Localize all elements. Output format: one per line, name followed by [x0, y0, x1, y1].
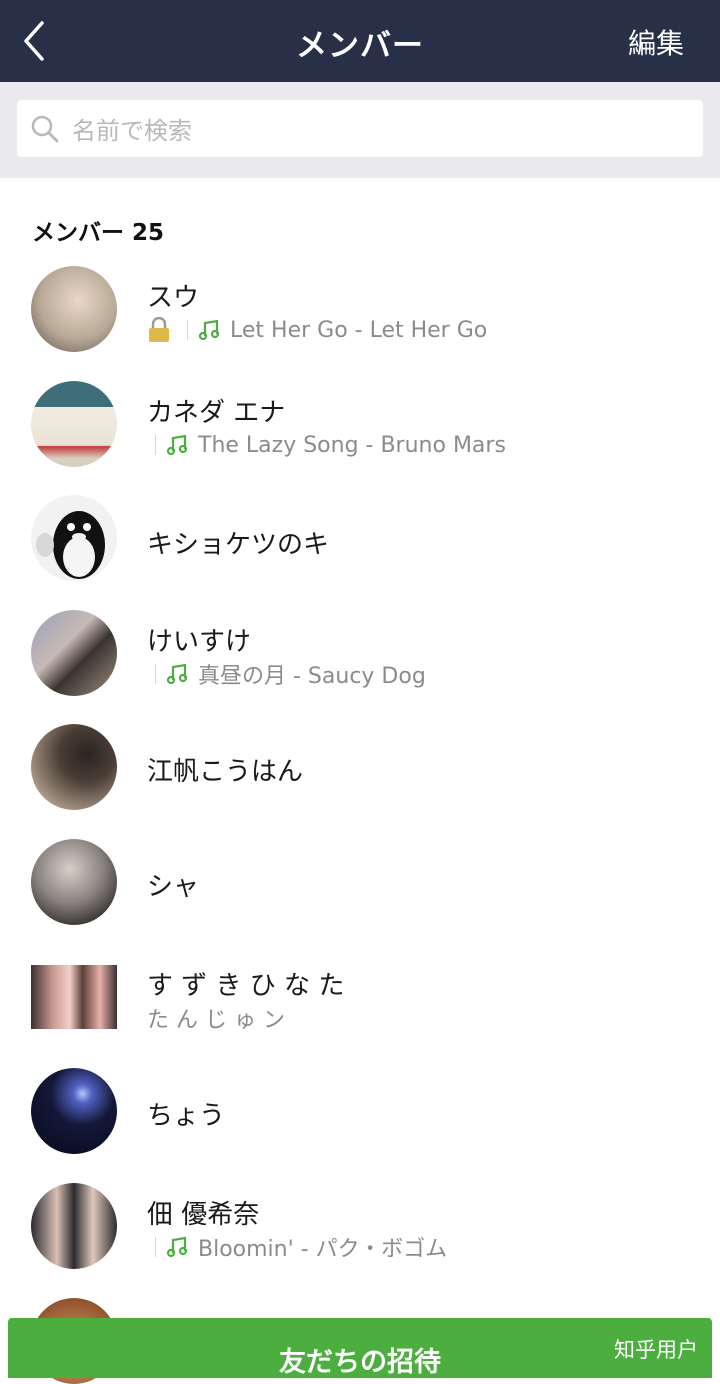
invite-label: 友だちの招待	[279, 1347, 441, 1378]
member-row[interactable]: キショケツのキ	[0, 482, 720, 596]
member-name: キショケツのキ	[147, 530, 330, 560]
song-title: The Lazy Song - Bruno Mars	[198, 432, 506, 458]
invite-friends-button[interactable]: 友だちの招待	[8, 1318, 712, 1378]
search-area: 名前で検索	[0, 82, 720, 178]
member-name: けいすけ	[147, 627, 252, 657]
member-name: シャ	[147, 872, 200, 902]
music-note-icon	[198, 319, 220, 341]
music-note-icon	[166, 663, 188, 685]
member-row[interactable]: けいすけ 真昼の月 - Saucy Dog	[0, 597, 720, 711]
divider	[155, 1237, 156, 1257]
watermark: 知乎用户	[614, 1338, 698, 1362]
divider	[155, 664, 156, 684]
member-name: 江帆こうはん	[147, 757, 304, 787]
avatar	[31, 266, 117, 352]
song-title: Bloomin' - パク・ボゴム	[198, 1237, 448, 1262]
member-row[interactable]: ちょう	[0, 1055, 720, 1169]
search-placeholder: 名前で検索	[72, 117, 192, 145]
edit-button[interactable]: 編集	[628, 22, 684, 62]
search-input[interactable]: 名前で検索	[17, 100, 703, 157]
member-name: 佃 優希奈	[147, 1200, 260, 1230]
member-status: Bloomin' - パク・ボゴム	[147, 1232, 447, 1262]
music-note-icon	[166, 1236, 188, 1258]
member-name: ちょう	[147, 1101, 226, 1131]
member-row[interactable]: カネダ エナ The Lazy Song - Bruno Mars	[0, 368, 720, 482]
member-count-label: メンバー 25	[32, 220, 165, 246]
avatar	[31, 1183, 117, 1269]
avatar	[31, 965, 117, 1029]
avatar	[31, 610, 117, 696]
song-title: 真昼の月 - Saucy Dog	[198, 664, 426, 689]
member-name: スウ	[147, 283, 200, 313]
member-row[interactable]: 佃 優希奈 Bloomin' - パク・ボゴム	[0, 1170, 720, 1284]
search-icon	[31, 115, 59, 142]
avatar	[31, 839, 117, 925]
divider	[155, 435, 156, 455]
divider	[187, 320, 188, 340]
avatar	[31, 1068, 117, 1154]
member-row[interactable]: シャ	[0, 826, 720, 940]
penguin-image	[36, 511, 105, 579]
member-status-message: た ん じ ゅ ン	[147, 1003, 285, 1033]
page-title: メンバー	[296, 28, 424, 64]
song-title: Let Her Go - Let Her Go	[230, 317, 488, 343]
avatar	[31, 495, 117, 581]
member-status: 真昼の月 - Saucy Dog	[147, 659, 426, 689]
avatar	[31, 381, 117, 467]
navigation-bar: メンバー 編集	[0, 0, 720, 82]
member-status: The Lazy Song - Bruno Mars	[147, 430, 506, 460]
lock-icon	[149, 317, 169, 342]
member-row[interactable]: 江帆こうはん	[0, 711, 720, 825]
music-note-icon	[166, 434, 188, 456]
member-name: す ず き ひ な た	[147, 971, 345, 1001]
avatar	[31, 724, 117, 810]
member-status: Let Her Go - Let Her Go	[147, 315, 487, 345]
member-name: カネダ エナ	[147, 398, 286, 428]
status-message: た ん じ ゅ ン	[147, 1008, 285, 1033]
member-row[interactable]: スウ Let Her Go - Let Her Go	[0, 253, 720, 367]
member-row[interactable]: す ず き ひ な た た ん じ ゅ ン	[0, 941, 720, 1055]
